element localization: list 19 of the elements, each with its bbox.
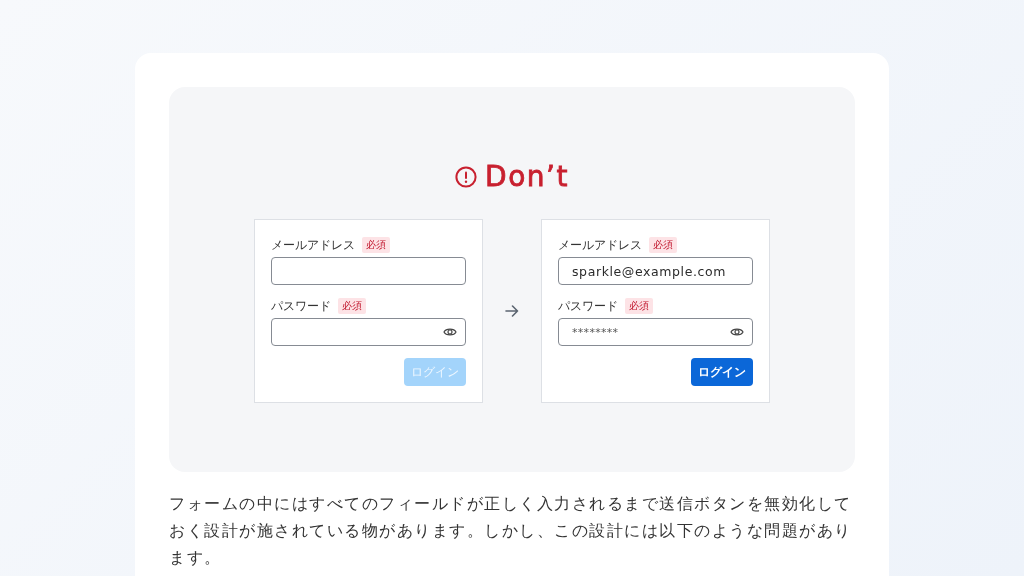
eye-icon[interactable] bbox=[730, 327, 744, 337]
login-button[interactable]: ログイン bbox=[691, 358, 753, 386]
arrow-right-icon bbox=[505, 305, 519, 317]
password-field[interactable]: ******** bbox=[558, 318, 753, 346]
field-label: パスワード bbox=[558, 298, 618, 314]
email-field[interactable] bbox=[271, 257, 466, 285]
required-badge: 必須 bbox=[649, 237, 677, 253]
password-field[interactable] bbox=[271, 318, 466, 346]
required-badge: 必須 bbox=[362, 237, 390, 253]
email-field[interactable]: sparkle@example.com bbox=[558, 257, 753, 285]
field-label: パスワード bbox=[271, 298, 331, 314]
field-label: メールアドレス bbox=[558, 237, 642, 253]
description-paragraph: フォームの中にはすべてのフィールドが正しく入力されるまで送信ボタンを無効化しておく設計が施されている物があります。しかし、この設計には以下のような問題があります。 bbox=[169, 493, 853, 569]
heading-title: Don’t bbox=[485, 159, 569, 195]
required-badge: 必須 bbox=[338, 298, 366, 314]
field-label: メールアドレス bbox=[271, 237, 355, 253]
required-badge: 必須 bbox=[625, 298, 653, 314]
eye-icon[interactable] bbox=[443, 327, 457, 337]
exclamation-circle-icon bbox=[455, 166, 478, 188]
